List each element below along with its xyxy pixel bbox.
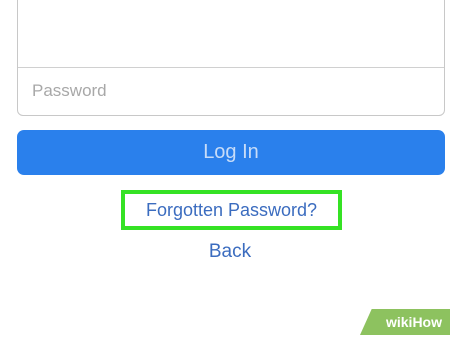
forgot-password-highlight: Forgotten Password? [121, 190, 342, 230]
forgot-password-link[interactable]: Forgotten Password? [125, 194, 338, 226]
wikihow-watermark: wiki How [360, 309, 450, 335]
login-button[interactable]: Log In [17, 130, 445, 175]
password-field[interactable] [18, 68, 444, 114]
watermark-prefix: wiki [385, 314, 413, 330]
back-link[interactable]: Back [180, 238, 280, 266]
email-field[interactable] [18, 1, 444, 56]
credentials-field-group [17, 0, 445, 116]
watermark-suffix: How [412, 314, 442, 330]
